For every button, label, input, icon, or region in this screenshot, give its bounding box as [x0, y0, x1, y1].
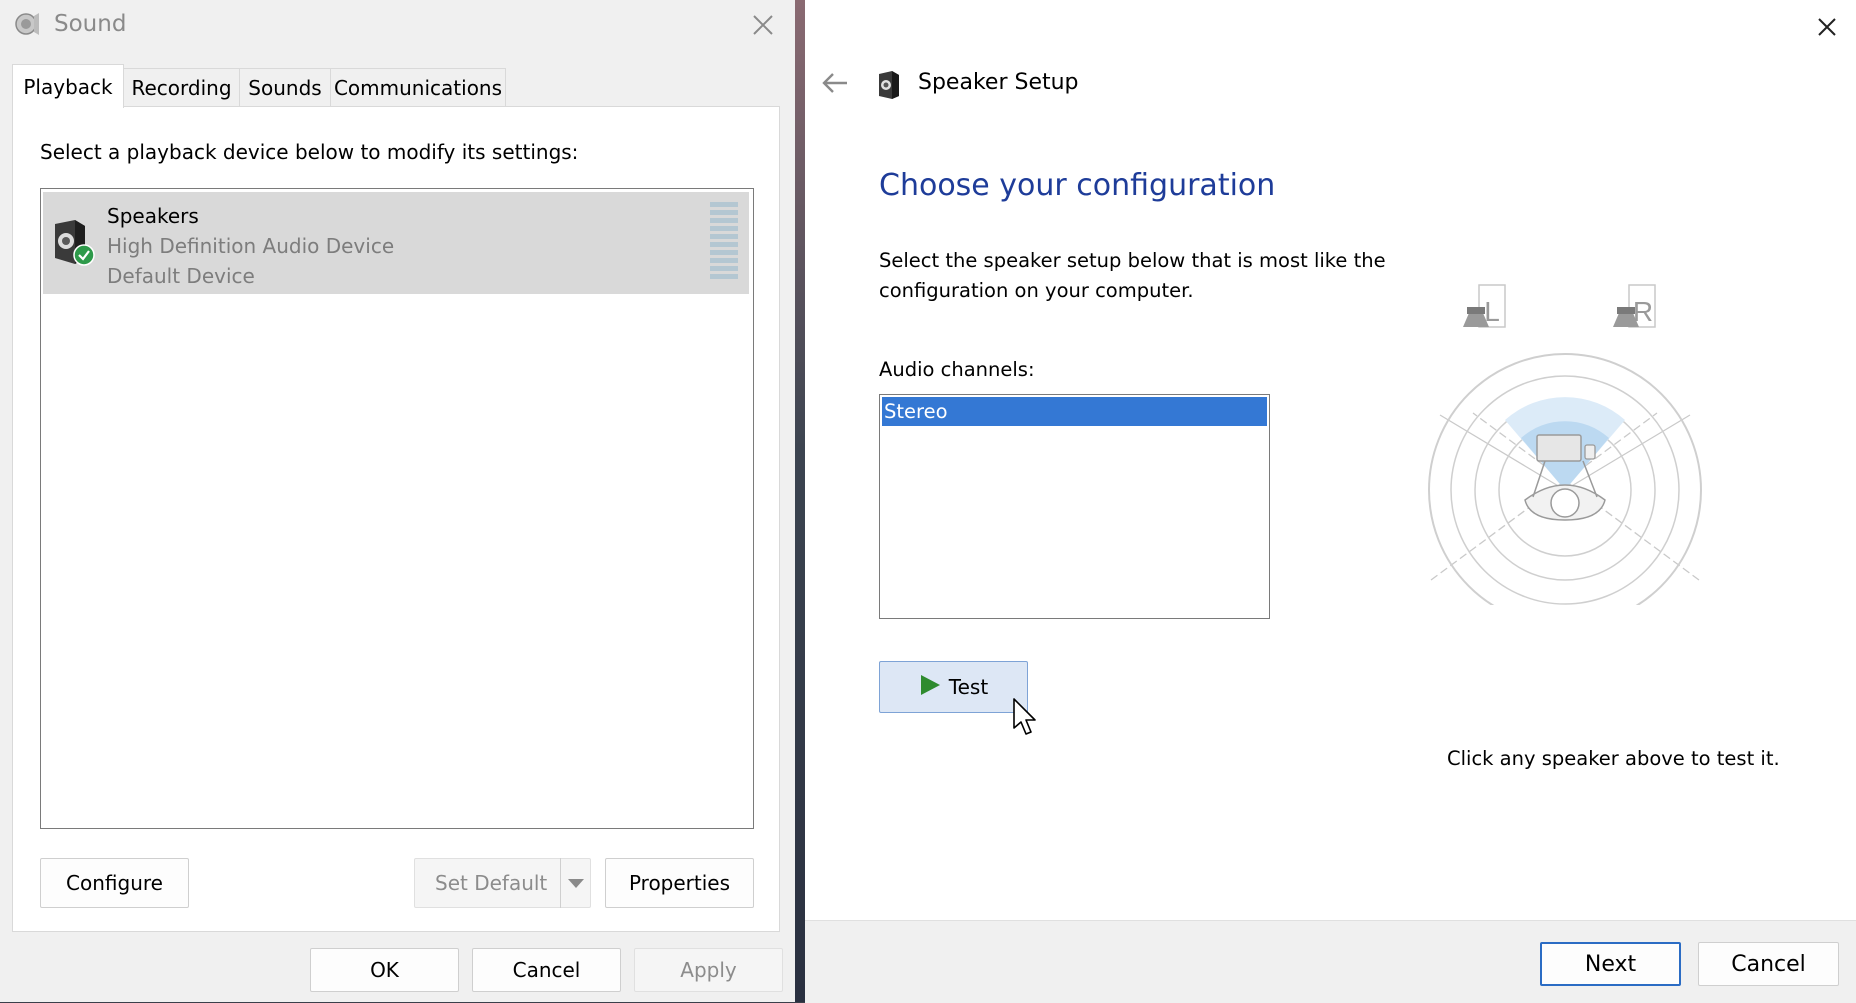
audio-channels-label: Audio channels: — [879, 358, 1035, 381]
configuration-description: Select the speaker setup below that is m… — [879, 249, 1386, 302]
next-button[interactable]: Next — [1540, 942, 1681, 986]
default-check-icon — [73, 244, 95, 270]
set-default-dropdown-arrow[interactable] — [560, 858, 591, 908]
mouse-cursor-icon — [1013, 698, 1039, 740]
desktop-background — [795, 0, 805, 1002]
volume-level-meter — [710, 202, 738, 284]
tab-playback-label: Playback — [23, 74, 113, 99]
next-button-label: Next — [1584, 951, 1637, 977]
speaker-setup-icon — [877, 70, 903, 104]
tab-playback[interactable]: Playback — [12, 64, 124, 108]
device-row-speakers[interactable]: Speakers High Definition Audio Device De… — [43, 192, 749, 294]
configure-button[interactable]: Configure — [40, 858, 189, 908]
properties-button[interactable]: Properties — [605, 858, 754, 908]
sound-titlebar: Sound — [0, 0, 795, 50]
chevron-down-icon — [568, 874, 584, 893]
device-description: High Definition Audio Device — [107, 234, 395, 258]
speaker-setup-title: Speaker Setup — [918, 70, 1079, 95]
device-name: Speakers — [107, 204, 199, 228]
configuration-heading: Choose your configuration — [879, 168, 1276, 203]
apply-button-label: Apply — [680, 958, 737, 982]
left-speaker-label: L — [1484, 296, 1500, 327]
test-speaker-hint: Click any speaker above to test it. — [1447, 747, 1780, 770]
test-button[interactable]: Test — [879, 661, 1028, 713]
tab-sounds-label: Sounds — [248, 75, 322, 100]
right-speaker-icon[interactable]: R — [1613, 284, 1656, 328]
playback-device-list[interactable]: Speakers High Definition Audio Device De… — [40, 188, 754, 829]
cancel-button[interactable]: Cancel — [472, 948, 621, 992]
setup-cancel-button[interactable]: Cancel — [1698, 942, 1839, 986]
configure-button-label: Configure — [66, 871, 163, 895]
playback-instruction: Select a playback device below to modify… — [40, 140, 579, 164]
test-button-label: Test — [948, 675, 989, 699]
ok-button[interactable]: OK — [310, 948, 459, 992]
tab-recording[interactable]: Recording — [123, 68, 240, 106]
sound-app-icon — [14, 11, 40, 41]
sound-close-icon[interactable] — [748, 10, 778, 40]
speaker-setup-footer: Next Cancel — [805, 920, 1856, 1003]
sound-window-title: Sound — [54, 11, 127, 37]
setup-close-icon[interactable] — [1810, 10, 1844, 44]
channel-option-stereo[interactable]: Stereo — [882, 397, 1267, 426]
tab-sounds[interactable]: Sounds — [239, 68, 331, 106]
play-icon — [919, 674, 941, 701]
left-speaker-icon[interactable]: L — [1463, 284, 1506, 328]
setup-cancel-button-label: Cancel — [1731, 951, 1806, 977]
cancel-button-label: Cancel — [512, 958, 581, 982]
tab-recording-label: Recording — [131, 75, 232, 100]
device-status: Default Device — [107, 264, 255, 288]
back-arrow-icon[interactable] — [817, 68, 853, 98]
ok-button-label: OK — [370, 958, 399, 982]
set-default-button-label: Set Default — [435, 871, 548, 895]
speaker-layout-diagram: L R — [1425, 275, 1705, 627]
audio-channels-list[interactable]: Stereo — [879, 394, 1270, 619]
apply-button[interactable]: Apply — [634, 948, 783, 992]
sound-window: Sound Playback Recording Sounds Communic… — [0, 0, 795, 1002]
speaker-setup-window: Speaker Setup Choose your configuration … — [805, 0, 1856, 1003]
tab-communications-label: Communications — [333, 75, 503, 100]
right-speaker-label: R — [1633, 296, 1653, 327]
properties-button-label: Properties — [628, 871, 731, 895]
tab-communications[interactable]: Communications — [330, 68, 506, 106]
